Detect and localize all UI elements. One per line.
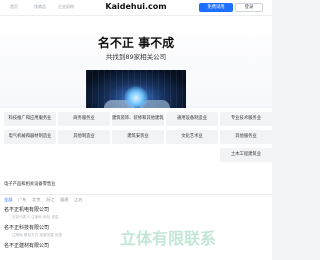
tab-all[interactable]: 全部 (4, 196, 12, 203)
category-item[interactable]: 科技推广和应用服务业 (4, 112, 56, 126)
category-item[interactable]: 建筑安装业 (112, 130, 164, 144)
free-trial-button[interactable]: 免费试用 (199, 3, 233, 12)
category-item[interactable]: 土木工程建筑业 (220, 148, 272, 162)
result-count: 共找到89家相关公司 (105, 53, 167, 61)
region-tabs: 全部 广东 北京 浙江 福建 江苏 (0, 194, 272, 205)
company-name[interactable]: 名不正机电有限公司 (4, 207, 49, 214)
company-name[interactable]: 名不正科技有限公司 (4, 225, 49, 232)
company-name[interactable]: 名不正建材有限公司 (4, 243, 49, 250)
company-meta: 法定代表人 注册地 地址 信息 (12, 215, 59, 219)
nav-institutions[interactable]: 企业机构 (58, 4, 74, 9)
category-item[interactable]: 其他制造业 (58, 130, 110, 144)
watermark-text: 立体有限联系 (120, 229, 217, 248)
company-meta: 注册地 联系方式 经营范围 信息 (12, 233, 63, 237)
tab-jiangsu[interactable]: 江苏 (74, 196, 82, 203)
category-item[interactable]: 文化艺术业 (166, 130, 218, 144)
tab-zhejiang[interactable]: 浙江 (46, 196, 54, 203)
category-item[interactable]: 通用设备制造业 (166, 112, 218, 126)
tab-guangdong[interactable]: 广东 (18, 196, 26, 203)
category-item[interactable]: 建筑装饰、装修和其他建筑业 (112, 112, 164, 126)
category-item[interactable]: 专业技术服务业 (220, 112, 272, 126)
nav-products[interactable]: 找商品 (34, 4, 46, 9)
category-item[interactable]: 电气机械和器材制造业 (4, 130, 56, 144)
category-item[interactable]: 其他服务业 (220, 130, 272, 144)
category-item[interactable]: 商务服务业 (58, 112, 110, 126)
hero-section: 名不正 事不成 共找到89家相关公司 (0, 16, 272, 122)
tab-beijing[interactable]: 北京 (32, 196, 40, 203)
site-logo[interactable]: Kaidehui.com (101, 2, 171, 12)
category-item[interactable]: 电子产品和相关设备零售业 (4, 182, 56, 188)
nav-home[interactable]: 首页 (10, 4, 18, 9)
tab-fujian[interactable]: 福建 (60, 196, 68, 203)
page-title: 名不正 事不成 (97, 36, 175, 50)
glowing-orb-icon (124, 86, 148, 110)
category-panel: 科技推广和应用服务业 商务服务业 建筑装饰、装修和其他建筑业 通用设备制造业 专… (0, 108, 272, 196)
top-header: 首页 找商品 企业机构 Kaidehui.com 免费试用 登录 (0, 0, 272, 16)
login-button[interactable]: 登录 (235, 3, 263, 12)
